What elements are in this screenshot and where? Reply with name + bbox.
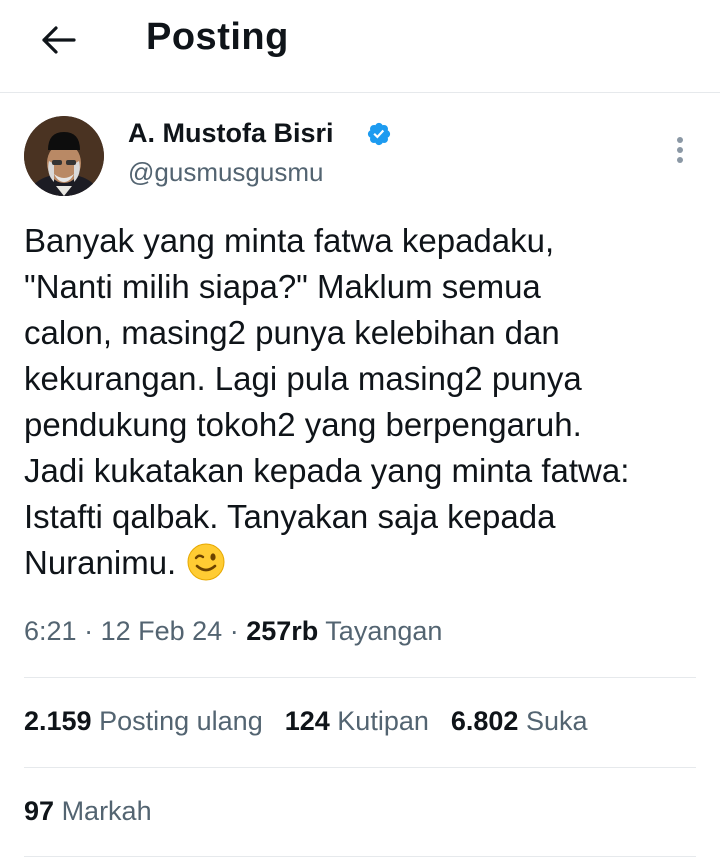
- tweet-line-last: Nuranimu.: [24, 540, 704, 586]
- quotes-count: 124: [284, 706, 330, 736]
- quotes-stat[interactable]: 124 Kutipan: [285, 706, 429, 737]
- divider: [24, 767, 696, 768]
- reposts-count: 2.159: [24, 706, 92, 736]
- bookmarks-label: Markah: [61, 796, 152, 826]
- meta-separator: ·: [84, 616, 94, 646]
- tweet-line: Jadi kukatakan kepada yang minta fatwa:: [24, 452, 630, 489]
- tweet-line: pendukung tokoh2 yang berpengaruh.: [24, 406, 582, 443]
- views-count[interactable]: 257rb: [246, 616, 318, 646]
- tweet-line: calon, masing2 punya kelebihan dan: [24, 314, 560, 351]
- likes-label: Suka: [525, 706, 588, 736]
- winking-face-emoji-icon: [187, 543, 225, 581]
- post-detail-page: Posting A. Mustofa Bisri @gusmusgusmu Ba…: [0, 0, 720, 861]
- author-handle[interactable]: @gusmusgusmu: [128, 157, 323, 188]
- verified-badge-icon: [367, 122, 391, 146]
- tweet-line: kekurangan. Lagi pula masing2 punya: [24, 360, 582, 397]
- bookmarks-count: 97: [24, 796, 55, 826]
- views-label[interactable]: Tayangan: [325, 616, 442, 646]
- tweet-line: Istafti qalbak. Tanyakan saja kepada: [24, 498, 556, 535]
- top-bar: Posting: [0, 0, 720, 93]
- likes-stat[interactable]: 6.802 Suka: [451, 706, 588, 737]
- arrow-left-icon: [42, 26, 76, 54]
- tweet-text: Banyak yang minta fatwa kepadaku, "Nanti…: [24, 218, 704, 586]
- avatar-image: [24, 116, 104, 196]
- bookmarks-stat[interactable]: 97 Markah: [24, 796, 152, 827]
- quotes-label: Kutipan: [337, 706, 429, 736]
- reposts-label: Posting ulang: [99, 706, 263, 736]
- divider: [24, 856, 696, 857]
- meta-separator: ·: [229, 616, 239, 646]
- back-button[interactable]: [30, 18, 86, 62]
- divider: [24, 677, 696, 678]
- tweet-meta: 6:21 · 12 Feb 24 · 257rb Tayangan: [24, 616, 442, 647]
- engagement-stats: 2.159 Posting ulang 124 Kutipan 6.802 Su…: [24, 706, 588, 737]
- likes-count: 6.802: [450, 706, 519, 736]
- more-options-button[interactable]: [664, 130, 696, 170]
- tweet-date[interactable]: 12 Feb 24: [101, 616, 223, 646]
- avatar[interactable]: [24, 116, 104, 196]
- reposts-stat[interactable]: 2.159 Posting ulang: [24, 706, 263, 737]
- page-title: Posting: [146, 16, 289, 58]
- tweet-line: Banyak yang minta fatwa kepadaku,: [24, 222, 555, 259]
- more-vertical-icon: [677, 137, 683, 163]
- author-display-name[interactable]: A. Mustofa Bisri: [128, 118, 334, 149]
- tweet-line: Nuranimu.: [24, 544, 177, 581]
- tweet-time[interactable]: 6:21: [24, 616, 77, 646]
- tweet-line: "Nanti milih siapa?" Maklum semua: [24, 268, 541, 305]
